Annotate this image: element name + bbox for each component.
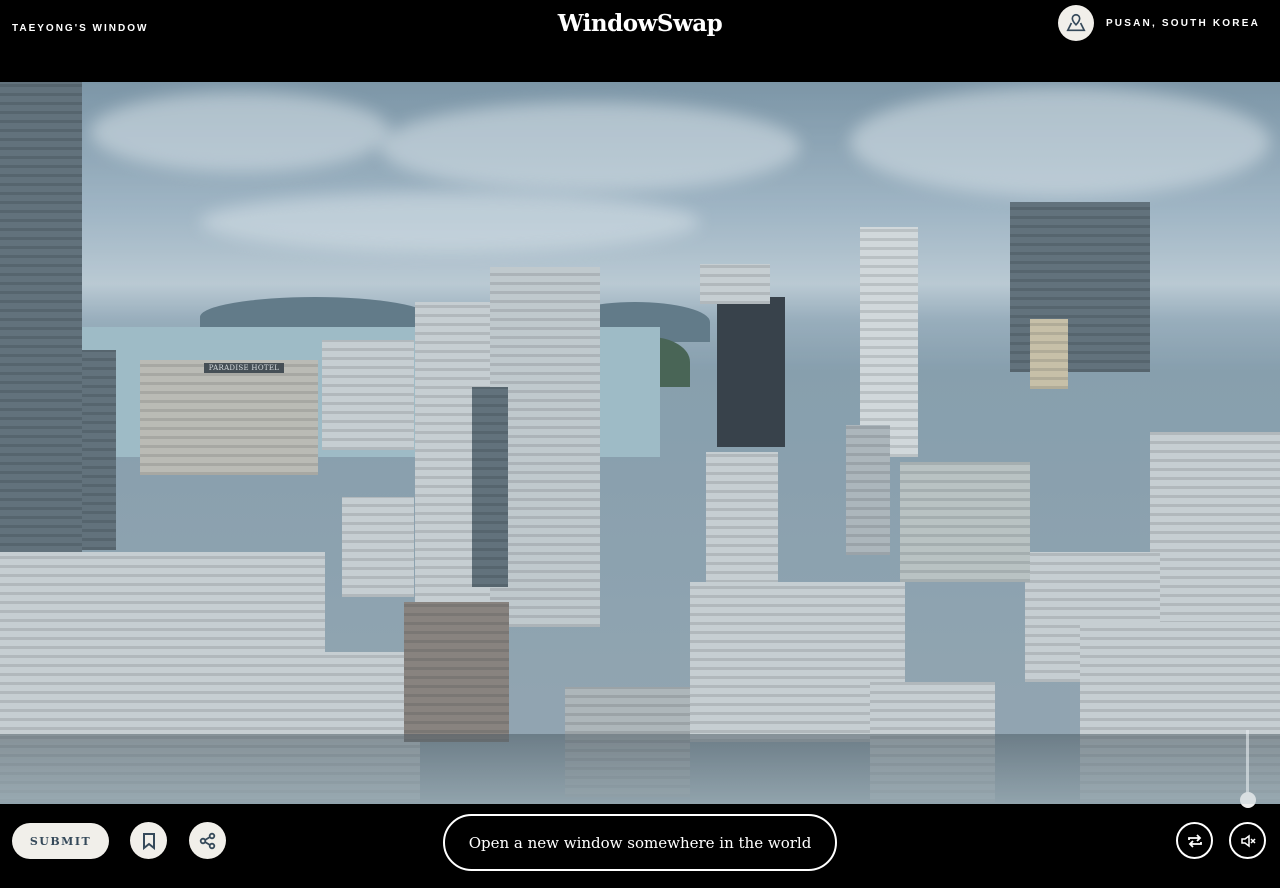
location-label: Pusan, South Korea bbox=[1105, 17, 1260, 29]
shuffle-button[interactable] bbox=[1176, 822, 1213, 859]
share-button[interactable] bbox=[189, 822, 226, 859]
submit-button[interactable]: Submit bbox=[12, 823, 109, 859]
shuffle-icon bbox=[1187, 833, 1202, 848]
bookmark-button[interactable] bbox=[130, 822, 167, 859]
bookmark-icon bbox=[142, 832, 155, 850]
volume-mute-icon bbox=[1240, 834, 1256, 847]
open-new-window-button[interactable]: Open a new window somewhere in the world bbox=[443, 814, 837, 871]
map-pin-icon bbox=[1057, 5, 1094, 41]
mute-button[interactable] bbox=[1229, 822, 1266, 859]
share-icon bbox=[199, 832, 215, 849]
footer: Submit Open a new window somewhere in th… bbox=[0, 804, 1280, 888]
location: Pusan, South Korea bbox=[1057, 5, 1260, 41]
header: Taeyong's Window WindowSwap Pusan, South… bbox=[0, 0, 1280, 82]
window-view-video: PARADISE HOTEL bbox=[0, 82, 1280, 804]
